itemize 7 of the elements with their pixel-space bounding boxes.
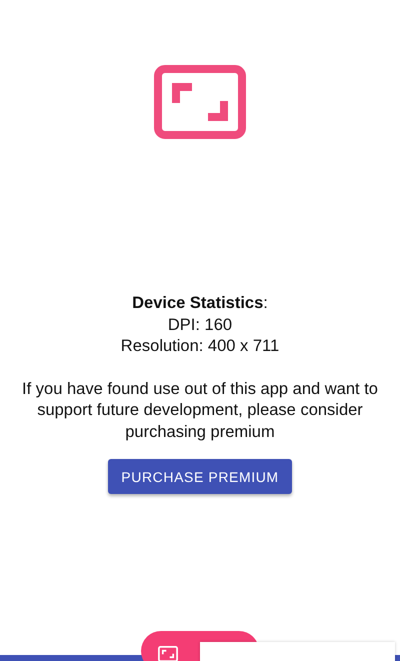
purchase-button[interactable]: PURCHASE PREMIUM	[108, 459, 292, 494]
stats-line: DPI: 160	[168, 314, 232, 336]
fullscreen-icon	[154, 65, 246, 139]
stats-heading: Device Statistics:	[132, 293, 268, 314]
fullscreen-icon	[158, 646, 178, 661]
support-message: If you have found use out of this app and want to support future development, please consider purchasing premium	[21, 378, 379, 442]
stats-line: Resolution: 400 x 711	[120, 336, 280, 357]
